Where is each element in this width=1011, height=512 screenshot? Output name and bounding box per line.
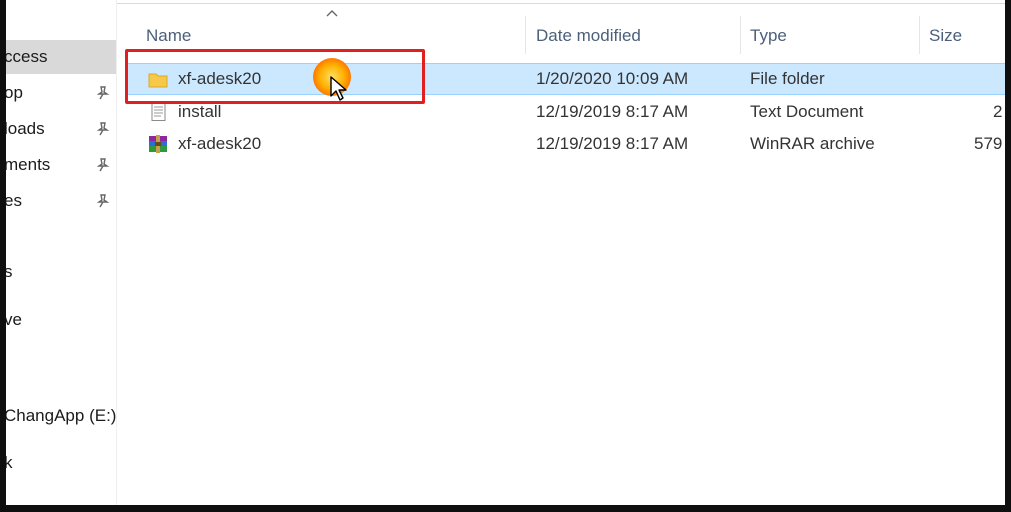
file-type: WinRAR archive: [750, 134, 875, 153]
nav-item-label: loads: [6, 119, 45, 138]
address-bar-edge: [36, 0, 1005, 4]
file-date-modified: 12/19/2019 8:17 AM: [536, 102, 689, 121]
file-size: 579: [974, 134, 1003, 153]
nav-item-onedrive[interactable]: ve: [6, 303, 116, 337]
file-type: Text Document: [750, 102, 864, 121]
column-header-size[interactable]: Size: [929, 22, 962, 50]
column-divider[interactable]: [740, 16, 741, 54]
column-header-name[interactable]: Name: [146, 22, 191, 50]
column-divider[interactable]: [525, 16, 526, 54]
pin-icon: [96, 122, 110, 136]
file-size: 2: [993, 102, 1003, 121]
nav-item-label: ChangApp (E:): [6, 406, 117, 425]
file-date-modified: 12/19/2019 8:17 AM: [536, 134, 689, 153]
winrar-archive-icon: [149, 135, 167, 153]
column-header-date-modified[interactable]: Date modified: [536, 22, 641, 50]
nav-item-network[interactable]: k: [6, 446, 116, 480]
nav-item-label: op: [6, 83, 23, 102]
highlight-annotation: [125, 49, 425, 104]
column-divider[interactable]: [919, 16, 920, 54]
column-header-type[interactable]: Type: [750, 22, 787, 50]
nav-item-label: es: [6, 191, 22, 210]
file-explorer-window: ccess op loads ments es s ve ChangApp (E…: [6, 0, 1005, 505]
nav-item-label: ccess: [6, 47, 48, 66]
file-type: File folder: [750, 69, 825, 88]
nav-item-label: ve: [6, 310, 22, 329]
nav-item-label: ments: [6, 155, 51, 174]
file-row[interactable]: xf-adesk20 12/19/2019 8:17 AM WinRAR arc…: [126, 128, 1005, 160]
file-date-modified: 1/20/2020 10:09 AM: [536, 69, 689, 88]
mouse-pointer-icon: [330, 76, 347, 101]
nav-item-documents[interactable]: ments: [6, 148, 116, 182]
text-document-icon: [151, 103, 166, 121]
pin-icon: [96, 86, 110, 100]
nav-item-label: s: [6, 262, 13, 281]
nav-item-quick-access[interactable]: ccess: [6, 40, 116, 74]
nav-item-downloads[interactable]: loads: [6, 112, 116, 146]
sort-ascending-icon: [326, 10, 338, 17]
pin-icon: [96, 158, 110, 172]
nav-item-drive-e[interactable]: ChangApp (E:): [6, 399, 116, 433]
navigation-pane: ccess op loads ments es s ve ChangApp (E…: [6, 0, 117, 505]
nav-item-desktop[interactable]: op: [6, 76, 116, 110]
nav-item-pictures[interactable]: es: [6, 184, 116, 218]
nav-item-folder-s[interactable]: s: [6, 255, 116, 289]
nav-item-label: k: [6, 453, 13, 472]
pin-icon: [96, 194, 110, 208]
file-name: xf-adesk20: [178, 134, 262, 153]
